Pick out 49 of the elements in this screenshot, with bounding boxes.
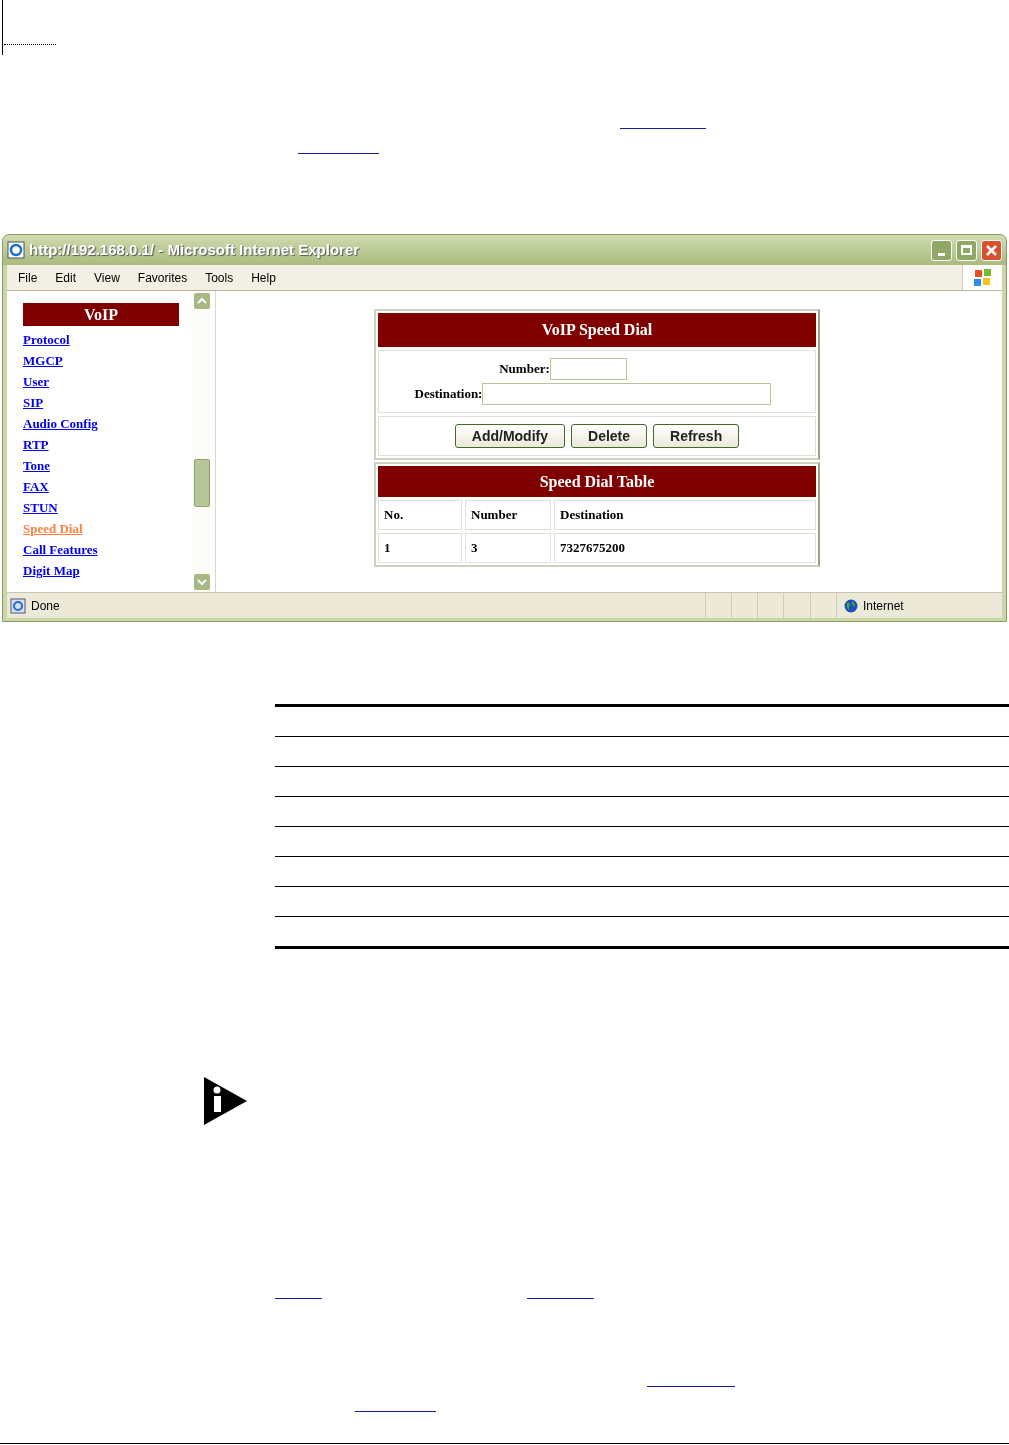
table-cell: 3 xyxy=(465,533,551,563)
field-label: Destination: xyxy=(414,385,483,404)
column-header: Number xyxy=(465,500,551,530)
menu-item[interactable]: Help xyxy=(251,268,276,287)
scroll-up-icon[interactable] xyxy=(194,293,210,309)
sidebar-link[interactable]: User xyxy=(23,371,49,392)
sidebar-link[interactable]: STUN xyxy=(23,497,58,518)
panel-title: Speed Dial Table xyxy=(378,466,816,497)
input-field[interactable] xyxy=(482,383,772,405)
menu-item[interactable]: View xyxy=(94,268,120,287)
sidebar-link[interactable]: MGCP xyxy=(23,350,63,371)
field-label: Number: xyxy=(499,360,550,379)
info-icon xyxy=(204,1077,247,1125)
form-button[interactable]: Delete xyxy=(571,424,648,448)
sidebar-link[interactable]: RTP xyxy=(23,434,49,455)
windows-logo-icon xyxy=(972,267,993,288)
sidebar-link[interactable]: Call Features xyxy=(23,539,98,560)
table-cell: 7327675200 xyxy=(554,533,816,563)
column-header: Destination xyxy=(554,500,816,530)
sidebar-link[interactable]: Audio Config xyxy=(23,413,98,434)
input-field[interactable] xyxy=(549,358,627,380)
menu-item[interactable]: Tools xyxy=(205,268,234,287)
section-heading: VoIP xyxy=(23,303,179,326)
menu-item[interactable]: Edit xyxy=(55,268,77,287)
status-text: Done xyxy=(31,597,60,615)
globe-icon xyxy=(844,598,858,613)
minimize-button[interactable] xyxy=(931,239,952,261)
scrollbar[interactable] xyxy=(193,291,211,592)
close-icon xyxy=(985,243,998,257)
page-icon xyxy=(10,597,26,614)
sidebar-link[interactable]: SIP xyxy=(23,392,44,413)
scroll-down-icon[interactable] xyxy=(194,574,210,590)
form-button[interactable]: Add/Modify xyxy=(454,424,565,448)
sidebar-link[interactable]: Tone xyxy=(23,455,50,476)
column-header: No. xyxy=(378,500,462,530)
scroll-thumb[interactable] xyxy=(194,459,210,507)
maximize-button[interactable] xyxy=(956,239,977,261)
sidebar-link[interactable]: Protocol xyxy=(23,329,70,350)
menu-item[interactable]: Favorites xyxy=(137,268,188,287)
window-title: http://192.168.0.1/ - Microsoft Internet Explorer xyxy=(29,239,360,260)
close-button[interactable] xyxy=(981,239,1002,261)
menu-item[interactable]: File xyxy=(18,268,38,287)
sidebar-link[interactable]: Digit Map xyxy=(23,560,80,581)
table-cell: 1 xyxy=(378,533,462,563)
browser-icon xyxy=(7,241,25,259)
form-button[interactable]: Refresh xyxy=(653,424,740,448)
sidebar-link[interactable]: FAX xyxy=(23,476,49,497)
zone-text: Internet xyxy=(863,597,904,615)
panel-title: VoIP Speed Dial xyxy=(378,313,816,347)
